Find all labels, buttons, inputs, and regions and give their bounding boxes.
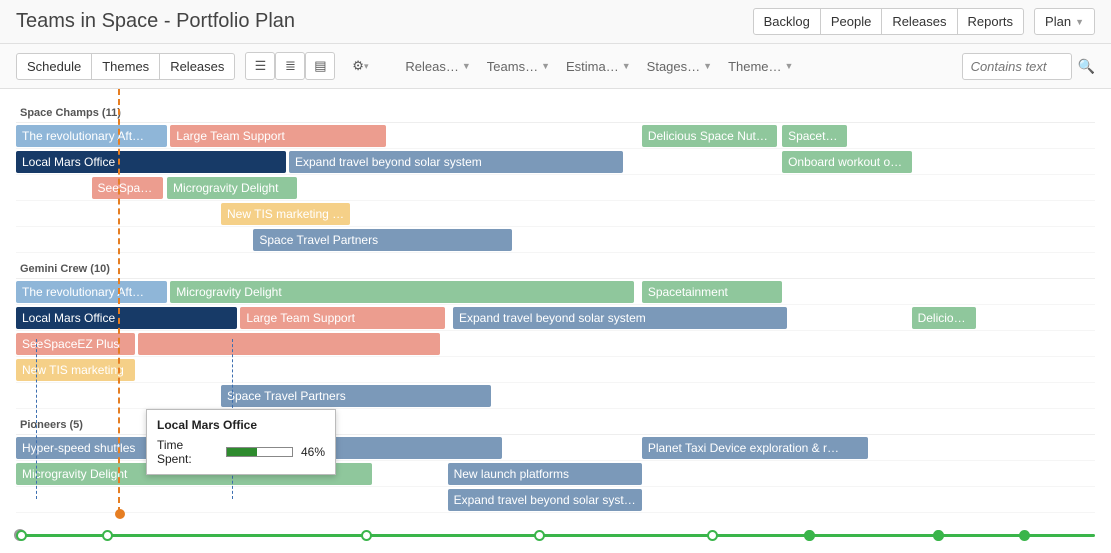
tab-themes[interactable]: Themes xyxy=(91,53,160,80)
gantt-bar[interactable]: SeeSpaceEZ Plus xyxy=(16,333,135,355)
gantt-bar[interactable]: Space Travel Partners xyxy=(221,385,491,407)
filter-estimates[interactable]: Estima…▼ xyxy=(566,59,631,74)
top-nav: Backlog People Releases Reports xyxy=(753,8,1024,35)
gantt-row: The revolutionary Aft…Large Team Support… xyxy=(16,123,1095,149)
timeline[interactable] xyxy=(16,525,1095,545)
gantt-row: SeeSpa…Microgravity Delight xyxy=(16,175,1095,201)
filter-themes[interactable]: Theme…▼ xyxy=(728,59,793,74)
nav-backlog[interactable]: Backlog xyxy=(753,8,821,35)
nav-reports[interactable]: Reports xyxy=(957,8,1025,35)
plan-label: Plan xyxy=(1045,14,1071,29)
gantt-bar[interactable]: New TIS marketing xyxy=(16,359,135,381)
gantt-bar[interactable]: Space Travel Partners xyxy=(253,229,512,251)
timeline-milestone[interactable] xyxy=(534,530,545,541)
gantt-bar[interactable]: Spacetainment xyxy=(642,281,782,303)
layout-3-icon[interactable]: ▤ xyxy=(305,52,335,80)
progress-bar xyxy=(226,447,293,457)
gantt-bar[interactable]: Deliciou… xyxy=(912,307,977,329)
search-icon[interactable]: 🔍 xyxy=(1078,58,1095,75)
tooltip-label: Time Spent: xyxy=(157,438,218,466)
gantt-bar[interactable]: New TIS marketing c… xyxy=(221,203,350,225)
filter-teams[interactable]: Teams…▼ xyxy=(487,59,550,74)
search-input[interactable] xyxy=(962,53,1072,80)
group-header[interactable]: Space Champs (11) xyxy=(16,101,1095,123)
gantt-bar[interactable]: Microgravity Delight xyxy=(167,177,296,199)
gantt-bar[interactable] xyxy=(138,333,440,355)
gantt-bar[interactable]: Delicious Space Nutr… xyxy=(642,125,777,147)
timeline-milestone[interactable] xyxy=(707,530,718,541)
gantt-bar[interactable]: Large Team Support xyxy=(170,125,386,147)
timeline-milestone[interactable] xyxy=(102,530,113,541)
gantt-row: SeeSpaceEZ Plus xyxy=(16,331,1095,357)
layout-buttons: ☰ ≣ ▤ xyxy=(245,52,335,80)
gantt-bar[interactable]: Planet Taxi Device exploration & r… xyxy=(642,437,869,459)
gear-icon[interactable]: ⚙ ▾ xyxy=(345,52,375,80)
timeline-milestone[interactable] xyxy=(933,530,944,541)
gantt-bar[interactable]: Expand travel beyond solar system xyxy=(448,489,642,511)
timeline-milestone[interactable] xyxy=(1019,530,1030,541)
gantt-bar[interactable]: New launch platforms xyxy=(448,463,642,485)
timeline-future xyxy=(804,534,1020,537)
plan-dropdown[interactable]: Plan ▼ xyxy=(1034,8,1095,35)
gantt-bar[interactable]: The revolutionary Aft… xyxy=(16,281,167,303)
chevron-down-icon: ▼ xyxy=(785,61,794,71)
view-tabs: Schedule Themes Releases xyxy=(16,53,235,80)
gantt-row: Space Travel Partners xyxy=(16,383,1095,409)
chevron-down-icon: ▼ xyxy=(462,61,471,71)
gantt-bar[interactable]: Large Team Support xyxy=(240,307,445,329)
timeline-milestone[interactable] xyxy=(804,530,815,541)
gantt-row: Local Mars OfficeLarge Team Support Expan… xyxy=(16,305,1095,331)
gantt-bar[interactable]: Local Mars Office xyxy=(16,307,237,329)
tab-schedule[interactable]: Schedule xyxy=(16,53,92,80)
gantt-bar[interactable]: Microgravity Delight xyxy=(170,281,634,303)
layout-1-icon[interactable]: ☰ xyxy=(245,52,275,80)
timeline-milestone[interactable] xyxy=(361,530,372,541)
gantt-row: Local Mars OfficeExpand travel beyond so… xyxy=(16,149,1095,175)
filter-stages[interactable]: Stages…▼ xyxy=(647,59,712,74)
gantt-row: New TIS marketing xyxy=(16,357,1095,383)
nav-releases[interactable]: Releases xyxy=(881,8,957,35)
gantt-bar[interactable]: Expand travel beyond solar system xyxy=(289,151,623,173)
bar-tooltip: Local Mars Office Time Spent: 46% xyxy=(146,409,336,475)
layout-2-icon[interactable]: ≣ xyxy=(275,52,305,80)
tooltip-percent: 46% xyxy=(301,445,325,459)
timeline-milestone[interactable] xyxy=(16,530,27,541)
chevron-down-icon: ▼ xyxy=(541,61,550,71)
nav-people[interactable]: People xyxy=(820,8,882,35)
gantt-bar[interactable]: SeeSpa… xyxy=(92,177,163,199)
gantt-row: The revolutionary Aft…Microgravity Delig… xyxy=(16,279,1095,305)
gantt-row: New TIS marketing c… xyxy=(16,201,1095,227)
chevron-down-icon: ▼ xyxy=(1075,17,1084,27)
filter-releases[interactable]: Releas…▼ xyxy=(405,59,470,74)
gantt-bar[interactable]: The revolutionary Aft… xyxy=(16,125,167,147)
tooltip-title: Local Mars Office xyxy=(157,418,325,432)
group-header[interactable]: Gemini Crew (10) xyxy=(16,257,1095,279)
gantt-bar[interactable]: Onboard workout opt… xyxy=(782,151,911,173)
chevron-down-icon: ▼ xyxy=(703,61,712,71)
gantt-row: Space Travel Partners xyxy=(16,227,1095,253)
gantt-bar[interactable]: Local Mars Office xyxy=(16,151,286,173)
gantt-row: Expand travel beyond solar system xyxy=(16,487,1095,513)
gantt-bar[interactable]: Expand travel beyond solar system xyxy=(453,307,787,329)
tab-releases[interactable]: Releases xyxy=(159,53,235,80)
page-title: Teams in Space - Portfolio Plan xyxy=(16,10,753,33)
gantt-bar[interactable]: Spacetai… xyxy=(782,125,847,147)
chevron-down-icon: ▼ xyxy=(622,61,631,71)
